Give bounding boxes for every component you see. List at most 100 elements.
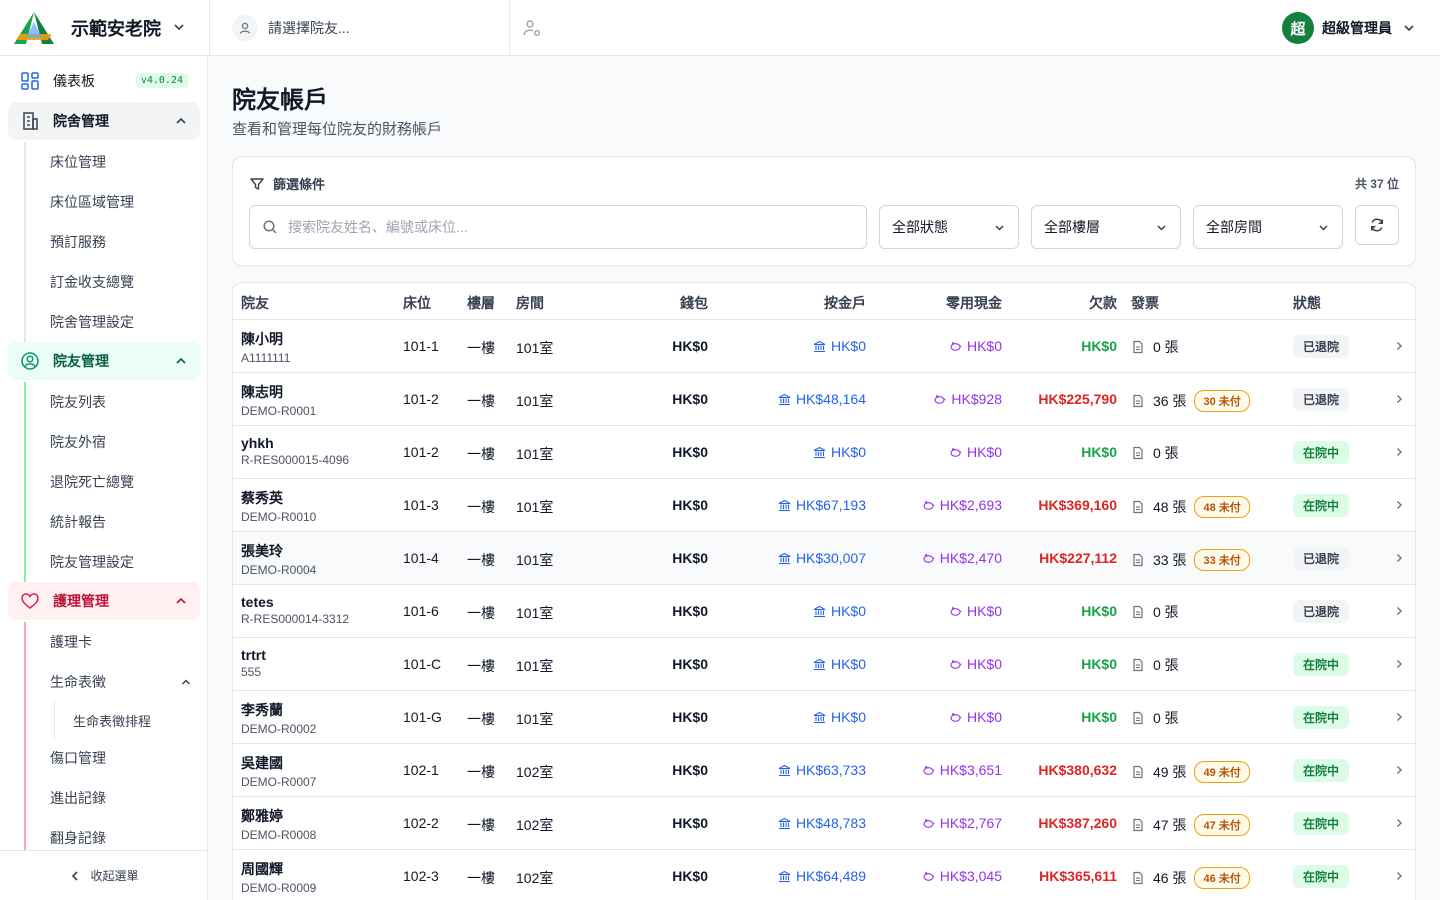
sidebar-item-discharge-overview[interactable]: 退院死亡總覽	[24, 462, 200, 502]
room-filter-select[interactable]: 全部房間	[1193, 205, 1343, 249]
floor-cell: 一樓	[467, 870, 495, 886]
table-row[interactable]: trtrt 555 101-C 一樓 101室 HK$0 HK$0 HK$0 HK$0 0 張 在院…	[233, 638, 1415, 691]
sidebar-section-residents[interactable]: 院友管理	[8, 342, 200, 380]
invoice-cell[interactable]: 33 張 33 未付	[1131, 549, 1250, 571]
petty-cash-link[interactable]: HK$928	[933, 391, 1002, 407]
invoice-cell[interactable]: 0 張	[1131, 708, 1179, 728]
sidebar-item-wound-management[interactable]: 傷口管理	[24, 738, 200, 778]
trust-account-link[interactable]: HK$0	[813, 709, 866, 725]
table-row[interactable]: 周國輝 DEMO-R0009 102-3 一樓 102室 HK$0 HK$64,489 HK$…	[233, 850, 1415, 900]
search-input[interactable]	[288, 219, 848, 235]
user-settings-icon[interactable]	[522, 18, 542, 38]
invoice-cell[interactable]: 36 張 30 未付	[1131, 390, 1250, 412]
chevron-right-icon[interactable]	[1393, 340, 1405, 352]
refresh-button[interactable]	[1355, 205, 1399, 245]
facility-switcher[interactable]: 示範安老院	[0, 0, 210, 56]
sidebar-item-in-out-records[interactable]: 進出記錄	[24, 778, 200, 818]
sidebar-item-resident-leave[interactable]: 院友外宿	[24, 422, 200, 462]
col-header-trust[interactable]: 按金戶	[824, 293, 866, 313]
col-header-petty-cash[interactable]: 零用現金	[946, 293, 1002, 313]
sidebar-item-care-card[interactable]: 護理卡	[24, 622, 200, 662]
petty-cash-link[interactable]: HK$2,470	[922, 550, 1002, 566]
table-row[interactable]: 張美玲 DEMO-R0004 101-4 一樓 101室 HK$0 HK$30,007 HK$…	[233, 532, 1415, 585]
sidebar-item-resident-settings[interactable]: 院友管理設定	[24, 542, 200, 582]
sidebar-item-resident-list[interactable]: 院友列表	[24, 382, 200, 422]
chevron-right-icon[interactable]	[1393, 552, 1405, 564]
page-subtitle: 查看和管理每位院友的財務帳戶	[232, 121, 443, 138]
sidebar-item-vital-schedule[interactable]: 生命表徵排程	[54, 702, 200, 738]
table-row[interactable]: 蔡秀英 DEMO-R0010 101-3 一樓 101室 HK$0 HK$67,193 HK$…	[233, 479, 1415, 532]
chevron-right-icon[interactable]	[1393, 658, 1405, 670]
col-header-room[interactable]: 房間	[516, 293, 544, 313]
col-header-invoice[interactable]: 發票	[1131, 293, 1159, 313]
col-header-wallet[interactable]: 錢包	[680, 293, 708, 313]
col-header-status[interactable]: 狀態	[1293, 293, 1321, 313]
sidebar-item-deposits[interactable]: 訂金收支總覽	[24, 262, 200, 302]
trust-account-link[interactable]: HK$48,164	[778, 391, 866, 407]
status-badge: 在院中	[1293, 759, 1350, 782]
petty-cash-link[interactable]: HK$0	[949, 603, 1002, 619]
floor-filter-select[interactable]: 全部樓層	[1031, 205, 1181, 249]
invoice-cell[interactable]: 0 張	[1131, 337, 1179, 357]
trust-account-link[interactable]: HK$0	[813, 444, 866, 460]
trust-account-link[interactable]: HK$0	[813, 656, 866, 672]
trust-account-link[interactable]: HK$0	[813, 603, 866, 619]
table-row[interactable]: 鄭雅婷 DEMO-R0008 102-2 一樓 102室 HK$0 HK$48,783 HK$…	[233, 797, 1415, 850]
sidebar-item-bed-management[interactable]: 床位管理	[24, 142, 200, 182]
trust-account-link[interactable]: HK$63,733	[778, 762, 866, 778]
collapse-menu-button[interactable]: 收起選單	[0, 850, 207, 900]
sidebar-section-nursing[interactable]: 護理管理	[8, 582, 200, 620]
table-row[interactable]: 吳建國 DEMO-R0007 102-1 一樓 102室 HK$0 HK$63,733 HK$…	[233, 744, 1415, 797]
search-field[interactable]	[249, 205, 867, 249]
refresh-icon	[1370, 218, 1384, 232]
sidebar-item-dashboard[interactable]: 儀表板 v4.0.24	[8, 62, 200, 100]
sidebar-item-vital-signs[interactable]: 生命表徵	[24, 662, 200, 702]
trust-account-link[interactable]: HK$30,007	[778, 550, 866, 566]
invoice-cell[interactable]: 0 張	[1131, 443, 1179, 463]
table-row[interactable]: yhkh R-RES000015-4096 101-2 一樓 101室 HK$0 HK$0 H…	[233, 426, 1415, 479]
sidebar-section-facility[interactable]: 院舍管理	[8, 102, 200, 140]
col-header-bed[interactable]: 床位	[403, 293, 431, 313]
chevron-right-icon[interactable]	[1393, 817, 1405, 829]
invoice-cell[interactable]: 0 張	[1131, 602, 1179, 622]
chevron-right-icon[interactable]	[1393, 764, 1405, 776]
trust-account-link[interactable]: HK$64,489	[778, 868, 866, 884]
invoice-cell[interactable]: 49 張 49 未付	[1131, 761, 1250, 783]
table-row[interactable]: 陳小明 A1111111 101-1 一樓 101室 HK$0 HK$0 HK$0 HK$0 0 …	[233, 320, 1415, 373]
petty-cash-link[interactable]: HK$2,693	[922, 497, 1002, 513]
resident-selector[interactable]: 請選擇院友...	[210, 0, 510, 56]
chevron-right-icon[interactable]	[1393, 605, 1405, 617]
sidebar-item-bookings[interactable]: 預訂服務	[24, 222, 200, 262]
sidebar-item-facility-settings[interactable]: 院舍管理設定	[24, 302, 200, 342]
trust-account-link[interactable]: HK$48,783	[778, 815, 866, 831]
chevron-right-icon[interactable]	[1393, 446, 1405, 458]
petty-cash-link[interactable]: HK$3,651	[922, 762, 1002, 778]
table-row[interactable]: tetes R-RES000014-3312 101-6 一樓 101室 HK$0 HK$0…	[233, 585, 1415, 638]
user-menu[interactable]: 超 超級管理員	[1282, 12, 1416, 44]
chevron-right-icon[interactable]	[1393, 393, 1405, 405]
invoice-cell[interactable]: 47 張 47 未付	[1131, 814, 1250, 836]
status-filter-select[interactable]: 全部狀態	[879, 205, 1019, 249]
invoice-cell[interactable]: 46 張 46 未付	[1131, 867, 1250, 889]
petty-cash-link[interactable]: HK$3,045	[922, 868, 1002, 884]
col-header-resident[interactable]: 院友	[241, 293, 269, 313]
petty-cash-link[interactable]: HK$2,767	[922, 815, 1002, 831]
invoice-cell[interactable]: 48 張 48 未付	[1131, 496, 1250, 518]
petty-cash-link[interactable]: HK$0	[949, 656, 1002, 672]
chevron-right-icon[interactable]	[1393, 870, 1405, 882]
invoice-cell[interactable]: 0 張	[1131, 655, 1179, 675]
trust-account-link[interactable]: HK$0	[813, 338, 866, 354]
chevron-right-icon[interactable]	[1393, 499, 1405, 511]
chevron-right-icon[interactable]	[1393, 711, 1405, 723]
petty-cash-link[interactable]: HK$0	[949, 444, 1002, 460]
petty-cash-link[interactable]: HK$0	[949, 338, 1002, 354]
table-row[interactable]: 陳志明 DEMO-R0001 101-2 一樓 101室 HK$0 HK$48,164 HK$…	[233, 373, 1415, 426]
trust-account-link[interactable]: HK$67,193	[778, 497, 866, 513]
table-row[interactable]: 李秀蘭 DEMO-R0002 101-G 一樓 101室 HK$0 HK$0 HK$0 HK$0…	[233, 691, 1415, 744]
petty-cash-link[interactable]: HK$0	[949, 709, 1002, 725]
sidebar-item-bed-zones[interactable]: 床位區域管理	[24, 182, 200, 222]
col-header-debt[interactable]: 欠款	[1089, 293, 1117, 313]
col-header-floor[interactable]: 樓層	[467, 293, 495, 313]
sidebar-item-stat-reports[interactable]: 統計報告	[24, 502, 200, 542]
status-badge: 已退院	[1293, 547, 1350, 570]
